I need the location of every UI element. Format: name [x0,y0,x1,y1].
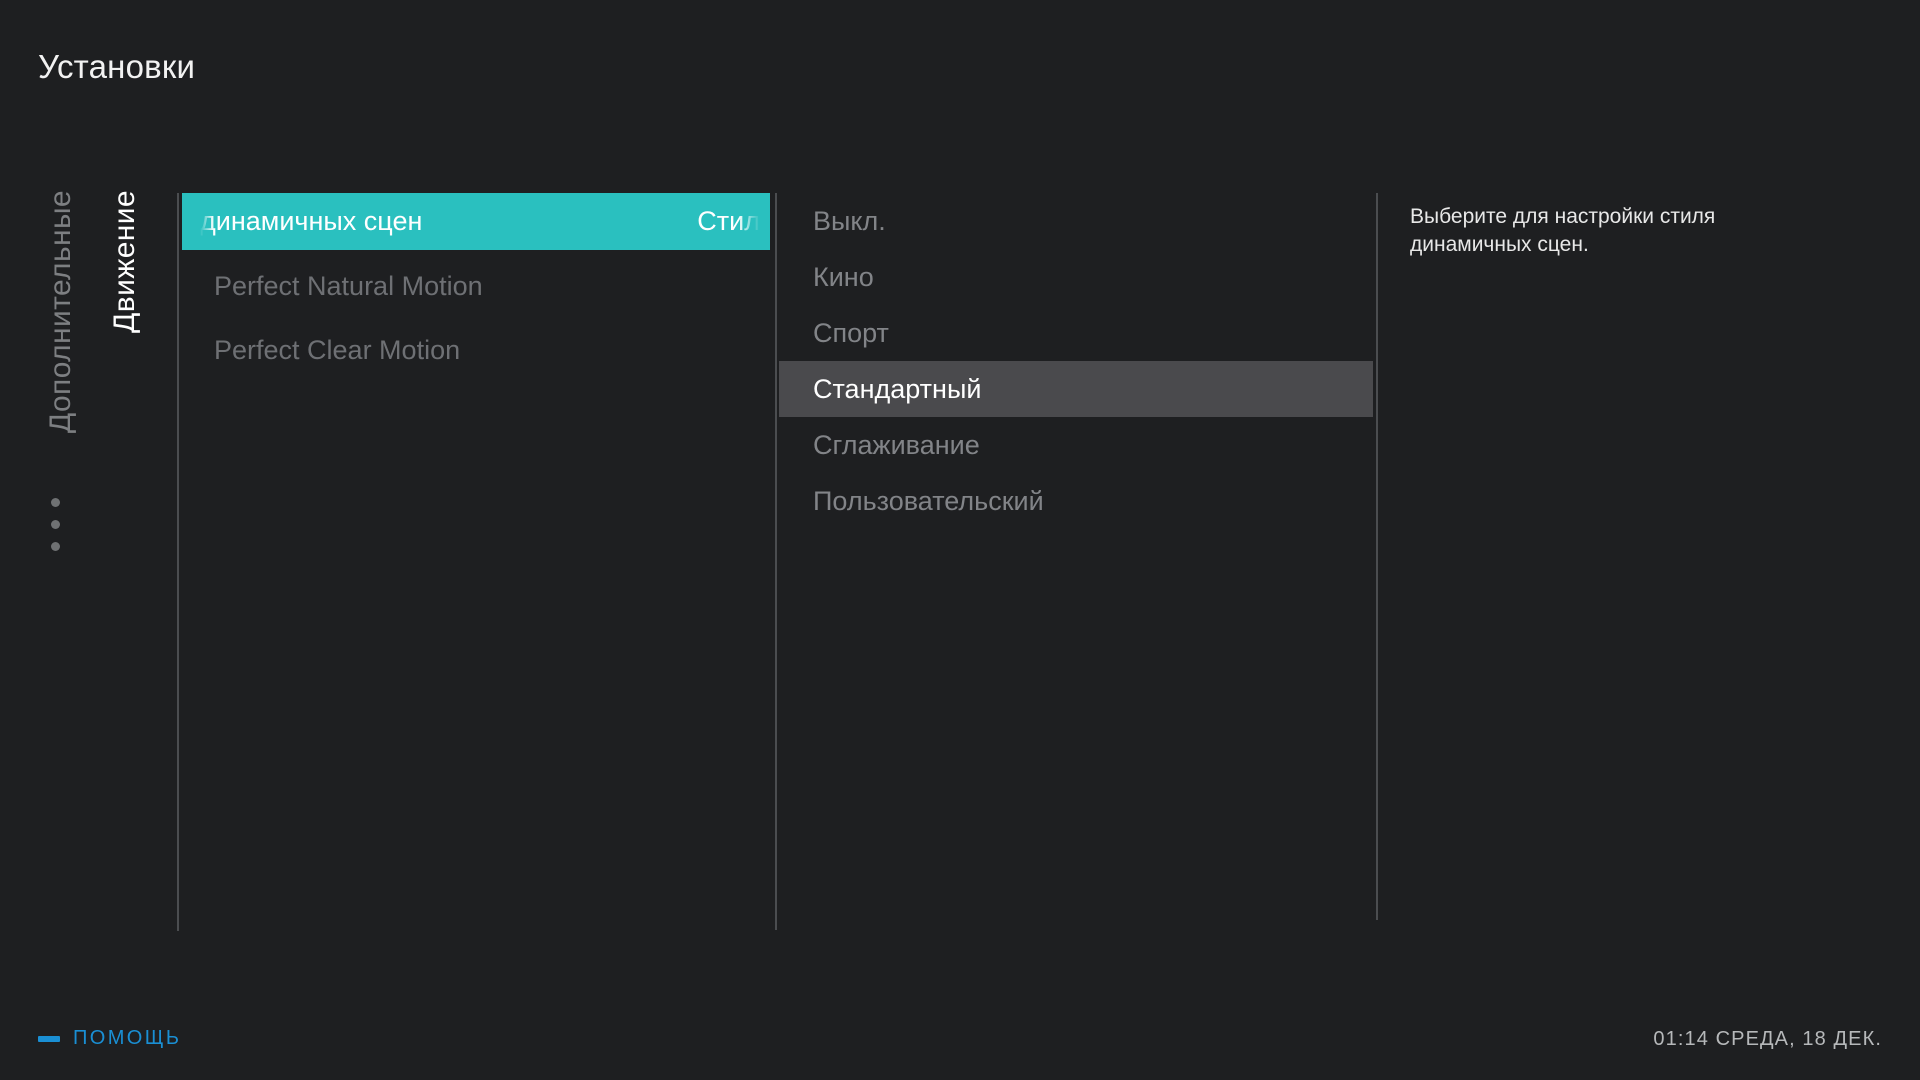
option-sport[interactable]: Спорт [779,305,1373,361]
option-label: Стандартный [813,373,982,404]
description-text: Выберите для настройки стиля динамичных … [1410,205,1716,256]
settings-item-label: динамичных сцен [200,206,423,236]
settings-item-label: Perfect Natural Motion [214,271,483,301]
column-divider-middle [775,193,777,930]
option-kino[interactable]: Кино [779,249,1373,305]
ellipsis-dot [51,520,60,529]
help-button[interactable]: ПОМОЩЬ [38,1027,181,1050]
blue-dash-icon [38,1035,60,1042]
option-label: Спорт [813,317,889,348]
ellipsis-dot [51,498,60,507]
ellipsis-dot [51,542,60,551]
column-divider-right [1376,193,1378,920]
settings-item-label: Perfect Clear Motion [214,335,461,365]
settings-item-perfect-clear-motion[interactable]: Perfect Clear Motion [182,323,770,378]
item-spacer [182,250,770,259]
vertical-ellipsis-icon[interactable] [51,498,63,564]
help-label: ПОМОЩЬ [73,1027,182,1049]
rail-item-dvizhenie[interactable]: Движение [108,190,142,333]
option-label: Пользовательский [813,485,1044,516]
item-spacer [182,314,770,323]
options-column: Выкл. Кино Спорт Стандартный Сглаживание… [779,193,1373,529]
option-label: Выкл. [813,205,886,236]
option-vykl[interactable]: Выкл. [779,193,1373,249]
option-standartnyy[interactable]: Стандартный [779,361,1373,417]
settings-items-column: динамичных сцен Стил Perfect Natural Mot… [182,193,770,378]
rail-item-dopolnitelnye[interactable]: Дополнительные [44,190,78,433]
option-label: Кино [813,261,874,292]
category-rail: Дополнительные Движение [0,0,178,1080]
settings-item-scene-style[interactable]: динамичных сцен Стил [182,193,770,250]
column-divider-left [177,193,179,931]
settings-item-perfect-natural-motion[interactable]: Perfect Natural Motion [182,259,770,314]
settings-item-value: Стил [697,206,760,236]
option-polzovatelskiy[interactable]: Пользовательский [779,473,1373,529]
clock-label: 01:14 СРЕДА, 18 ДЕК. [1653,1028,1882,1050]
option-sglazhivanie[interactable]: Сглаживание [779,417,1373,473]
option-label: Сглаживание [813,429,980,460]
